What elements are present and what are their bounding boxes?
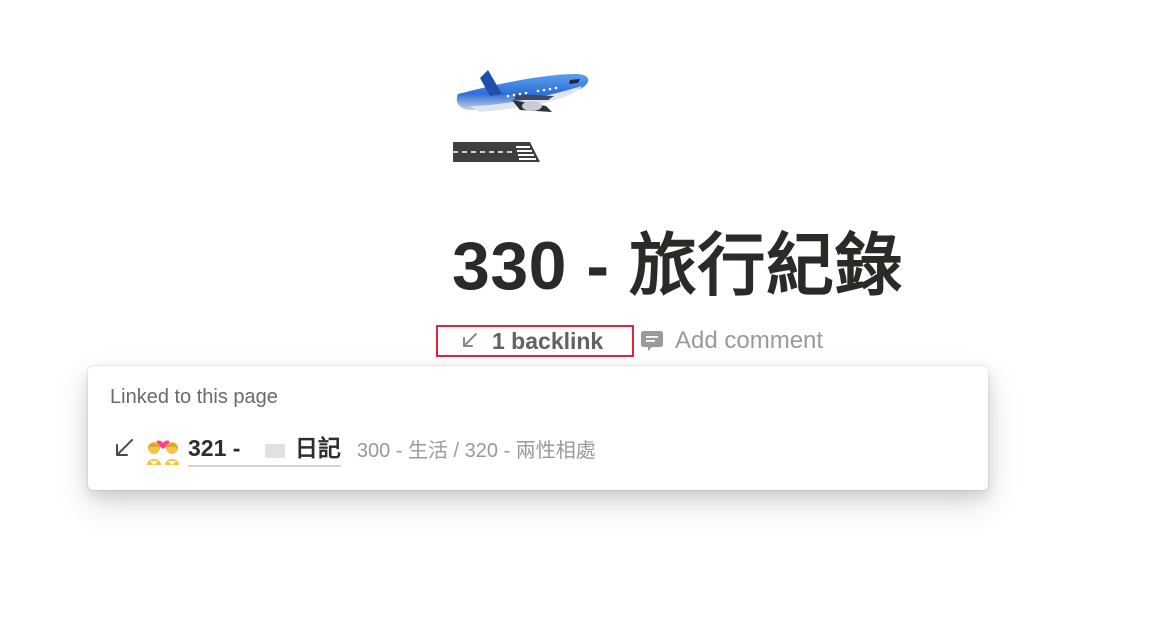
backlink-path: 300 - 生活 / 320 - 兩性相處 — [356, 439, 596, 462]
redacted-text — [246, 439, 295, 460]
comment-icon — [641, 331, 663, 351]
backlink-item[interactable]: 321 - 日記 300 - 生活 / 320 - 兩性相處 — [112, 429, 596, 467]
backlinks-popup: Linked to this page 321 - 日記 300 - 生活 / … — [88, 366, 988, 490]
popup-heading: Linked to this page — [110, 386, 278, 408]
backlink-title-prefix: 321 - — [188, 435, 247, 461]
arrow-down-left-icon — [116, 439, 133, 456]
airplane-departure-icon[interactable] — [450, 66, 594, 166]
add-comment-button[interactable]: Add comment — [640, 327, 823, 355]
couple-with-heart-icon — [147, 440, 179, 465]
backlinks-label: 1 backlink — [492, 327, 604, 354]
backlinks-button[interactable]: 1 backlink — [436, 325, 634, 357]
add-comment-label: Add comment — [675, 327, 824, 354]
page-meta-row: 1 backlink Add comment — [436, 325, 823, 357]
page-title[interactable]: 330 - 旅行紀錄 — [452, 222, 903, 310]
arrow-down-left-icon — [463, 333, 477, 347]
backlink-title-suffix: 日記 — [294, 435, 341, 461]
backlink-page-title[interactable]: 321 - 日記 — [188, 429, 341, 467]
notion-page: 330 - 旅行紀錄 1 backlink Add comment Linked… — [0, 0, 1170, 626]
